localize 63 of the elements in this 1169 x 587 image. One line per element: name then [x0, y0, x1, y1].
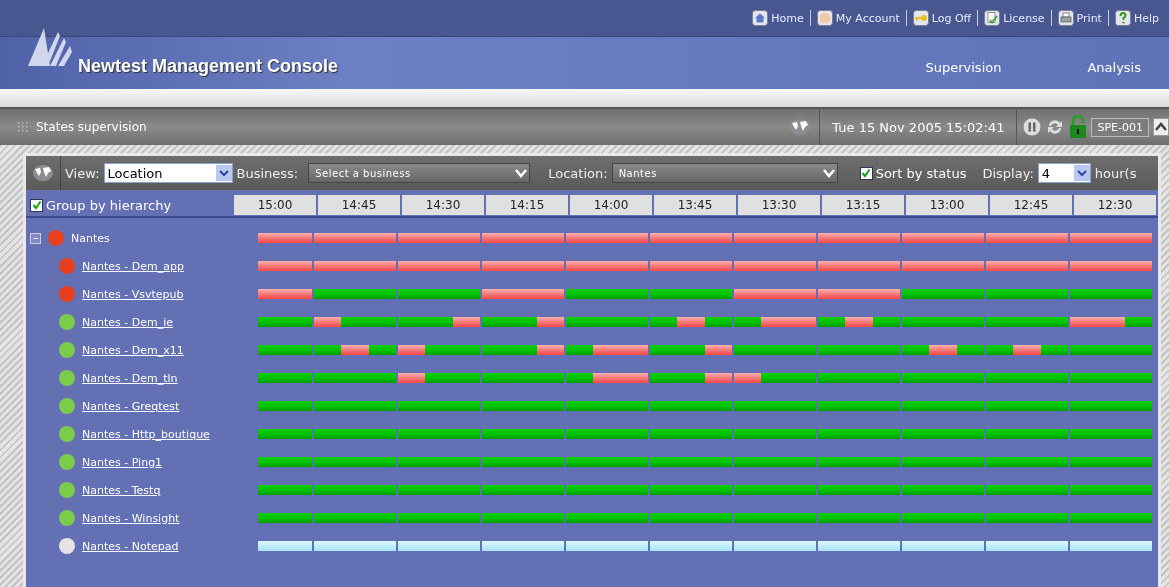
checkbox[interactable]	[859, 166, 873, 180]
checkbox-label: Group by hierarchy	[46, 197, 172, 213]
probe-link[interactable]: Nantes - Dem_tln	[82, 371, 178, 385]
group-name: Nantes	[71, 231, 110, 245]
server-label: SPE-001	[1091, 117, 1149, 137]
key-icon	[912, 10, 929, 26]
header-link[interactable]: Log Off	[905, 10, 978, 26]
probe-link[interactable]: Nantes - Http_boutique	[82, 427, 210, 441]
collapse-button[interactable]	[1153, 118, 1169, 136]
header-link[interactable]: License	[977, 10, 1051, 26]
nav-tab[interactable]: Supervision	[925, 59, 1002, 75]
probe-link[interactable]: Nantes - Notepad	[82, 539, 179, 553]
time-column-header: 12:30	[1074, 195, 1158, 215]
probe-link[interactable]: Nantes - Ping1	[82, 455, 163, 469]
time-column-header: 13:15	[822, 195, 906, 215]
grip-icon	[18, 122, 28, 132]
time-column-header: 14:00	[570, 195, 654, 215]
unit-label: hour(s	[1094, 165, 1137, 181]
probe-link[interactable]: Nantes - Dem_app	[82, 259, 184, 273]
time-column-header: 13:00	[906, 195, 990, 215]
probe-link[interactable]: Nantes - Winsight	[82, 511, 180, 525]
business-dropdown[interactable]: Select a business	[308, 163, 531, 183]
collapse-toggle[interactable]	[30, 232, 41, 244]
field-label: Location:	[548, 165, 608, 181]
printer-icon	[1057, 10, 1074, 26]
refresh-icon[interactable]	[1046, 117, 1065, 137]
header-link[interactable]: Print	[1050, 10, 1108, 26]
time-column-header: 13:30	[738, 195, 822, 215]
house-icon	[752, 10, 769, 26]
checkbox-label: Sort by status	[875, 165, 967, 181]
header-link[interactable]: Help	[1107, 10, 1165, 26]
time-column-header: 13:45	[654, 195, 738, 215]
help-icon	[1114, 10, 1131, 26]
header-link[interactable]: Home	[746, 10, 810, 26]
probe-link[interactable]: Nantes - Dem_x11	[82, 343, 184, 357]
probe-link[interactable]: Nantes - Dem_ie	[82, 315, 173, 329]
header-link[interactable]: My Account	[809, 10, 906, 26]
nav-tab[interactable]: Analysis	[1029, 59, 1141, 75]
display-dropdown[interactable]: 4	[1037, 163, 1091, 183]
date-time: Tue 15 Nov 2005 15:02:41	[832, 119, 1005, 135]
world-map-icon	[789, 118, 812, 136]
probe-link[interactable]: Nantes - Testq	[82, 483, 161, 497]
pause-icon[interactable]	[1022, 117, 1043, 137]
padlock-icon[interactable]	[1069, 115, 1088, 139]
section-title: States supervision	[36, 120, 147, 134]
time-column-header: 14:30	[402, 195, 486, 215]
time-column-header: 14:45	[318, 195, 402, 215]
probe-link[interactable]: Nantes - Greqtest	[82, 399, 180, 413]
field-label: Business:	[236, 165, 299, 181]
view-dropdown[interactable]: Location	[103, 163, 233, 183]
logo-icon	[28, 26, 74, 66]
time-column-header: 14:15	[486, 195, 570, 215]
field-label: Display:	[982, 165, 1034, 181]
probe-link[interactable]: Nantes - Vsvtepub	[82, 287, 184, 301]
app-title: Newtest Management Console	[78, 55, 339, 77]
face-icon	[816, 10, 833, 26]
world-map-icon	[32, 164, 54, 182]
document-check-icon	[984, 10, 1001, 26]
field-label: View:	[65, 165, 100, 181]
time-column-header: 12:45	[990, 195, 1074, 215]
place-select[interactable]: Nantes	[611, 163, 838, 183]
time-column-header: 15:00	[234, 195, 318, 215]
checkbox[interactable]	[30, 198, 43, 212]
